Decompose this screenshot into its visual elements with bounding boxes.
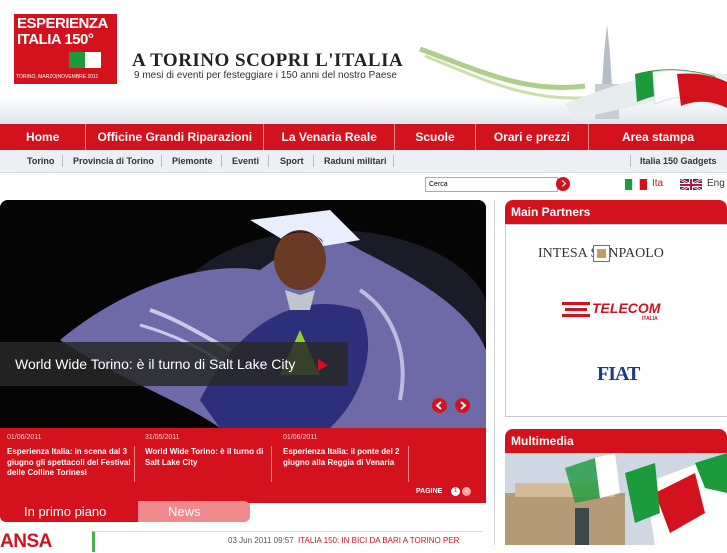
ansa-headline-link[interactable]: ITALIA 150: IN BICI DA BARI A TORINO PER (298, 536, 459, 545)
subnav-divider (268, 155, 269, 167)
hero-next-button[interactable] (455, 398, 470, 413)
partner-telecom-sub: ITALIA (642, 316, 658, 322)
news-title[interactable]: Esperienza Italia: in scena dal 3 giugno… (7, 447, 135, 479)
nav-home[interactable]: Home (0, 124, 87, 150)
tab-in-primo-piano-label[interactable]: In primo piano (24, 504, 106, 519)
brand-title: A TORINO SCOPRI L'ITALIA (132, 50, 404, 71)
subnav-divider (221, 155, 222, 167)
sidebar-divider (494, 200, 495, 545)
nav-officine-grandi-riparazioni[interactable]: Officine Grandi Riparazioni (86, 124, 265, 150)
subnav-eventi[interactable]: Eventi (232, 150, 259, 172)
logo-flag-icon (69, 52, 117, 68)
intesa-sanpaolo-emblem-icon (593, 245, 610, 262)
ansa-timestamp: 03 Jun 2011 09:57 (228, 536, 294, 545)
multimedia-flags-photo (505, 453, 727, 545)
site-header: ESPERIENZA ITALIA 150° TORINO, MARZO|NOV… (0, 0, 727, 124)
news-title[interactable]: Esperienza Italia: il ponte del 2 giugno… (283, 447, 411, 468)
subnav-piemonte[interactable]: Piemonte (172, 150, 213, 172)
hero-prev-button[interactable] (432, 398, 447, 413)
mole-antonelliana-ribbon-illustration (419, 24, 727, 119)
pagination-label: PAGINE (416, 488, 443, 495)
italy-flag-icon[interactable] (625, 178, 647, 190)
subnav-divider (161, 155, 162, 167)
sub-navigation: Torino Provincia di Torino Piemonte Even… (0, 150, 727, 173)
logo-line-2: ITALIA 150° (17, 31, 94, 48)
page-2-button[interactable]: 2 (462, 487, 471, 496)
subnav-divider (313, 155, 314, 167)
brand-subtitle: 9 mesi di eventi per festeggiare i 150 a… (134, 70, 397, 81)
nav-area-stampa[interactable]: Area stampa (589, 124, 727, 150)
news-date: 01/06/2011 (283, 434, 318, 441)
news-divider (134, 446, 135, 482)
subnav-provincia-di-torino[interactable]: Provincia di Torino (73, 150, 154, 172)
news-title[interactable]: World Wide Torino: è il turno di Salt La… (145, 447, 273, 468)
telecom-logo-icon (562, 302, 590, 317)
language-eng-link[interactable]: Eng (707, 178, 725, 189)
subnav-gadgets[interactable]: Italia 150 Gadgets (640, 150, 717, 172)
news-date: 31/05/2011 (145, 434, 180, 441)
ansa-logo: ANSA (0, 531, 52, 552)
subnav-sport[interactable]: Sport (280, 150, 304, 172)
partners-title: Main Partners (511, 205, 591, 219)
search-submit-button[interactable] (556, 177, 570, 191)
main-navigation: Home Officine Grandi Riparazioni La Vena… (0, 124, 727, 150)
subnav-divider (62, 155, 63, 167)
partner-telecom[interactable]: TELECOM (592, 300, 660, 316)
language-ita-link[interactable]: Ita (652, 178, 663, 189)
partner-fiat[interactable]: FIAT (597, 352, 640, 400)
hero-caption[interactable]: World Wide Torino: è il turno di Salt La… (15, 356, 295, 372)
nav-la-venaria-reale[interactable]: La Venaria Reale (264, 124, 396, 150)
caption-play-icon (318, 359, 328, 371)
nav-orari-e-prezzi[interactable]: Orari e prezzi (476, 124, 589, 150)
logo-line-1: ESPERIENZA (17, 15, 108, 32)
search-input[interactable]: Cerca (425, 177, 558, 192)
nav-scuole[interactable]: Scuole (395, 124, 476, 150)
hero-dancer-image (0, 200, 486, 428)
subnav-divider (393, 155, 394, 167)
uk-flag-icon[interactable] (680, 178, 702, 190)
subnav-divider (630, 155, 631, 167)
esperienza-italia-logo[interactable]: ESPERIENZA ITALIA 150° TORINO, MARZO|NOV… (14, 14, 117, 84)
multimedia-thumbnail[interactable] (505, 453, 727, 545)
multimedia-title: Multimedia (511, 434, 574, 448)
page-1-button[interactable]: 1 (451, 487, 460, 496)
logo-tagline: TORINO, MARZO|NOVEMBRE 2011 (16, 74, 99, 80)
news-date: 01/06/2011 (7, 434, 42, 441)
tab-news-label[interactable]: News (168, 504, 201, 519)
news-divider (271, 446, 272, 482)
subnav-raduni-militari[interactable]: Raduni militari (324, 150, 387, 172)
news-divider (408, 446, 409, 482)
subnav-torino[interactable]: Torino (27, 150, 54, 172)
hero-slideshow[interactable] (0, 200, 486, 428)
